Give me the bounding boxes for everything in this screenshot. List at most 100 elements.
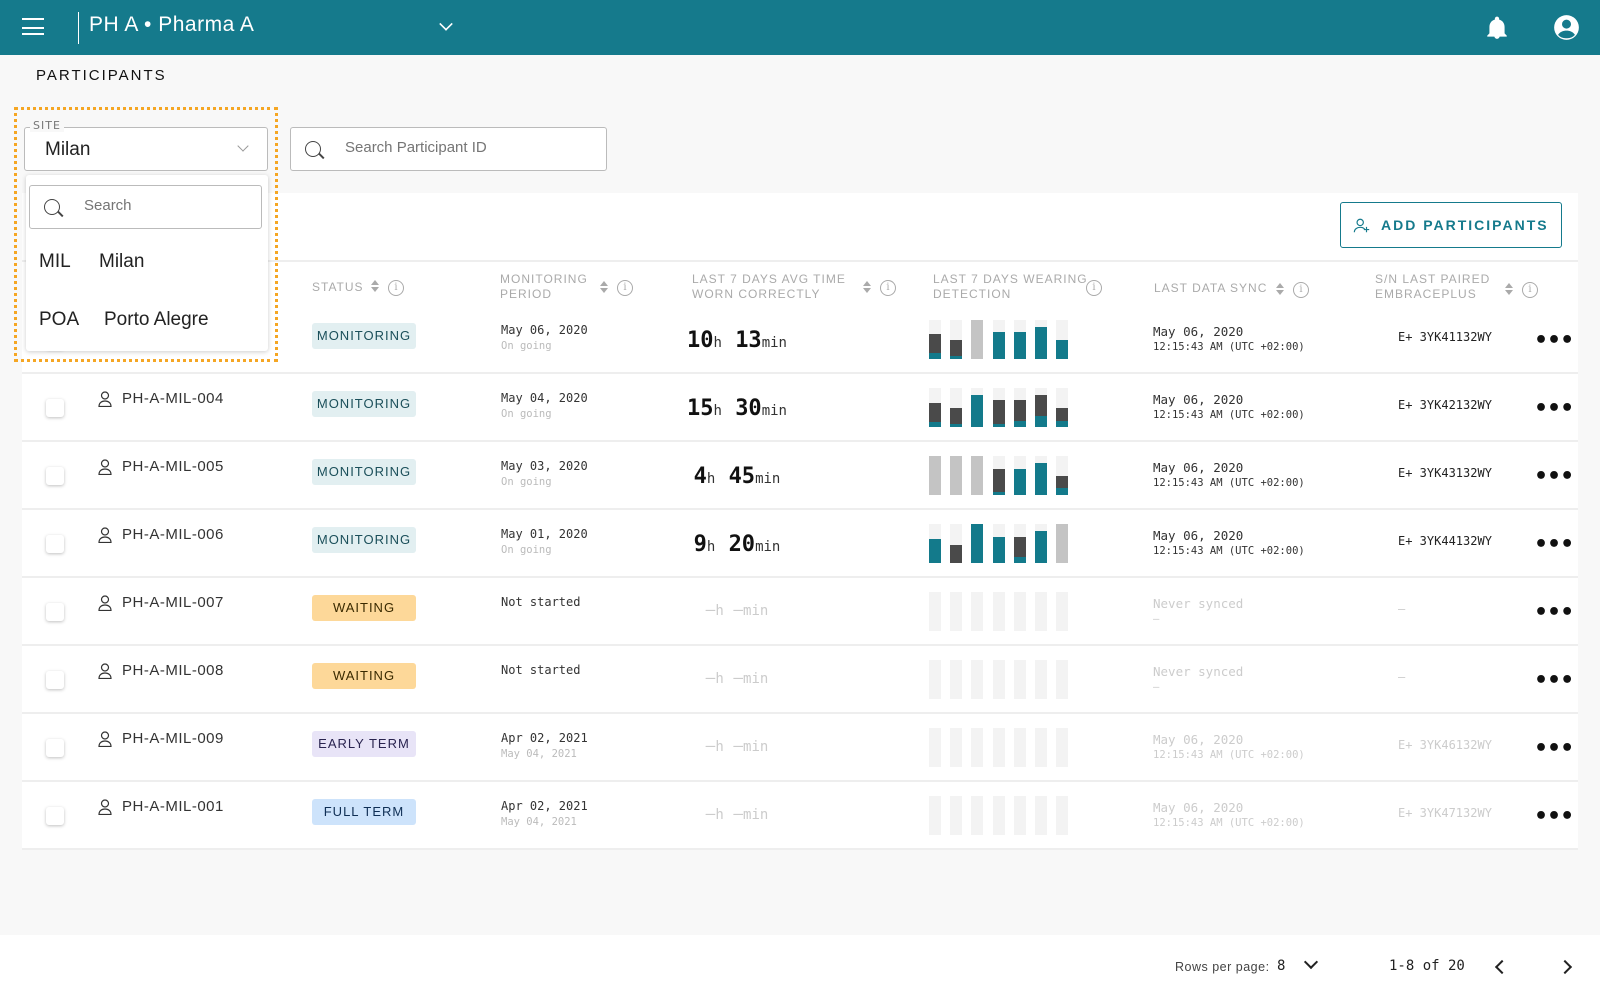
participant-id[interactable]: PH-A-MIL-007	[122, 594, 224, 611]
participant-id[interactable]: PH-A-MIL-006	[122, 526, 224, 543]
participant-id[interactable]: PH-A-MIL-009	[122, 730, 224, 747]
status-badge: MONITORING	[312, 323, 416, 349]
participant-id[interactable]: PH-A-MIL-004	[122, 390, 224, 407]
row-checkbox[interactable]	[46, 535, 64, 553]
sync-time: 12:15:43 AM (UTC +02:00)	[1153, 477, 1305, 489]
row-checkbox[interactable]	[46, 399, 64, 417]
person-icon	[98, 391, 112, 407]
minutes-unit: min	[755, 539, 781, 555]
hours-unit: h	[715, 603, 724, 619]
day-bar	[971, 796, 984, 835]
chevron-down-icon[interactable]	[439, 17, 453, 31]
worn-correct-segment	[971, 524, 984, 563]
avg-time-worn: 15h 30min	[652, 396, 822, 421]
table-row[interactable]: PH-A-MIL-008 WAITING Not started –h –min Nev…	[22, 646, 1578, 714]
hours: 15	[687, 396, 714, 421]
site-option-poa[interactable]: POA Porto Alegre	[26, 296, 268, 346]
day-bar	[1056, 320, 1069, 359]
rows-per-page-value[interactable]: 8	[1277, 958, 1285, 974]
more-options-icon[interactable]: •••	[1534, 804, 1574, 829]
more-options-icon[interactable]: •••	[1534, 464, 1574, 489]
period-sub: On going	[501, 340, 552, 352]
site-search[interactable]	[29, 185, 324, 229]
minutes: –	[733, 668, 744, 687]
info-icon[interactable]: i	[1293, 282, 1309, 298]
table-row[interactable]: PH-A-MIL-007 WAITING Not started –h –min Nev…	[22, 578, 1578, 646]
column-status[interactable]: STATUS	[312, 280, 364, 295]
column-monitoring-period[interactable]: MONITORING PERIOD	[500, 272, 595, 302]
participant-search[interactable]	[290, 127, 607, 171]
period-sub: May 04, 2021	[501, 816, 577, 828]
day-bar	[929, 456, 941, 495]
period-start: May 04, 2020	[501, 391, 588, 405]
sync-date: May 06, 2020	[1153, 800, 1244, 815]
participant-id[interactable]: PH-A-MIL-001	[122, 798, 224, 815]
day-bar	[1035, 660, 1047, 699]
table-row[interactable]: PH-A-MIL-001 FULL TERM Apr 02, 2021 May 04,…	[22, 782, 1578, 850]
row-checkbox[interactable]	[46, 739, 64, 757]
info-icon[interactable]: i	[617, 280, 633, 296]
participant-search-input[interactable]	[345, 139, 585, 156]
previous-page-icon[interactable]	[1494, 959, 1510, 975]
site-option-mil[interactable]: MIL Milan	[26, 238, 268, 288]
day-bar	[1056, 524, 1069, 563]
period-start: Not started	[501, 663, 581, 677]
sort-icon[interactable]	[600, 281, 608, 295]
worn-correct-segment	[992, 536, 1005, 563]
more-options-icon[interactable]: •••	[1534, 668, 1574, 693]
more-options-icon[interactable]: •••	[1534, 600, 1574, 625]
participant-id[interactable]: PH-A-MIL-005	[122, 458, 224, 475]
sort-icon[interactable]	[1276, 283, 1284, 297]
row-checkbox[interactable]	[46, 603, 64, 621]
row-checkbox[interactable]	[46, 467, 64, 485]
sync-date: May 06, 2020	[1153, 460, 1244, 475]
table-row[interactable]: PH-A-MIL-005 MONITORING May 03, 2020 On goi…	[22, 442, 1578, 510]
site-select[interactable]: SITE Milan	[24, 119, 268, 171]
table-row[interactable]: PH-A-MIL-009 EARLY TERM Apr 02, 2021 May 04…	[22, 714, 1578, 782]
column-last-data-sync[interactable]: LAST DATA SYNC	[1154, 281, 1267, 296]
info-icon[interactable]: i	[1522, 282, 1538, 298]
option-name: Milan	[99, 251, 145, 272]
hamburger-icon[interactable]	[22, 18, 44, 35]
site-search-input[interactable]	[84, 197, 324, 214]
minutes: 30	[735, 396, 762, 421]
person-icon	[98, 459, 112, 475]
day-bar	[1056, 796, 1069, 835]
row-checkbox[interactable]	[46, 807, 64, 825]
worn-correct-segment	[950, 355, 963, 359]
info-icon[interactable]: i	[880, 280, 896, 296]
account-circle-icon[interactable]	[1553, 14, 1580, 41]
option-code: POA	[39, 309, 80, 330]
person-icon	[98, 527, 112, 543]
table-row[interactable]: PH-A-MIL-006 MONITORING May 01, 2020 On goi…	[22, 510, 1578, 578]
monitoring-period: May 01, 2020 On going	[501, 527, 588, 556]
next-page-icon[interactable]	[1557, 959, 1573, 975]
more-options-icon[interactable]: •••	[1534, 328, 1574, 353]
worn-correct-segment	[992, 423, 1005, 427]
wearing-detection-chart	[929, 728, 1079, 767]
chevron-down-icon[interactable]	[1303, 954, 1319, 970]
last-data-sync: Never synced –	[1153, 664, 1243, 693]
row-checkbox[interactable]	[46, 671, 64, 689]
info-icon[interactable]: i	[1086, 280, 1102, 296]
worn-correct-segment	[929, 421, 941, 427]
column-sn[interactable]: S/N LAST PAIRED EMBRACEPLUS	[1375, 272, 1500, 302]
more-options-icon[interactable]: •••	[1534, 532, 1574, 557]
more-options-icon[interactable]: •••	[1534, 396, 1574, 421]
period-start: May 06, 2020	[501, 323, 588, 337]
sort-icon[interactable]	[1505, 283, 1513, 297]
add-participants-button[interactable]: ADD PARTICIPANTS	[1340, 202, 1562, 248]
more-options-icon[interactable]: •••	[1534, 736, 1574, 761]
day-bar	[1056, 592, 1069, 631]
info-icon[interactable]: i	[388, 280, 404, 296]
sort-icon[interactable]	[863, 281, 871, 295]
sync-time: –	[1153, 681, 1160, 693]
column-time-worn[interactable]: LAST 7 DAYS AVG TIME WORN CORRECTLY	[692, 272, 862, 302]
day-bar	[950, 728, 963, 767]
participant-id[interactable]: PH-A-MIL-008	[122, 662, 224, 679]
minutes: –	[733, 804, 744, 823]
sort-icon[interactable]	[371, 280, 379, 294]
table-row[interactable]: PH-A-MIL-004 MONITORING May 04, 2020 On goi…	[22, 374, 1578, 442]
day-bar	[992, 660, 1005, 699]
bell-icon[interactable]	[1484, 15, 1510, 41]
